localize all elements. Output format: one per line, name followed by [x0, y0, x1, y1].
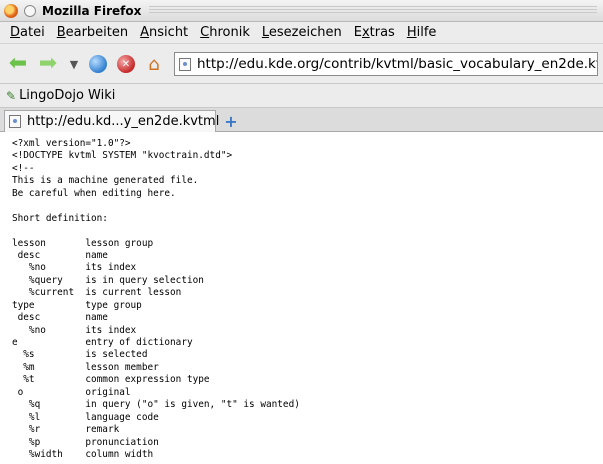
- stop-icon[interactable]: ✕: [114, 52, 138, 76]
- url-bar[interactable]: http://edu.kde.org/contrib/kvtml/basic_v…: [174, 52, 598, 76]
- source-line: desc name: [12, 249, 108, 261]
- menu-item-accelerator: L: [261, 25, 269, 40]
- source-line: %no its index: [12, 262, 137, 274]
- bookmark-item-lingodojo-wiki[interactable]: LingoDojo Wiki: [19, 88, 115, 103]
- menu-item-accelerator: D: [10, 25, 21, 40]
- reload-icon[interactable]: [86, 52, 110, 76]
- page-icon: [179, 57, 191, 71]
- source-line: %l language code: [12, 411, 159, 423]
- title-bar: Mozilla Firefox: [0, 0, 603, 22]
- source-line: type type group: [12, 299, 142, 311]
- source-line: lesson lesson group: [12, 237, 154, 249]
- bookmarks-toolbar: ✎ LingoDojo Wiki: [0, 84, 603, 108]
- menu-item-label: hronik: [209, 25, 250, 40]
- menu-item-3[interactable]: Chronik: [194, 25, 256, 40]
- bookmark-icon: ✎: [6, 88, 17, 103]
- source-line: %s is selected: [12, 349, 148, 361]
- source-line: <?xml version="1.0"?>: [12, 138, 131, 149]
- menu-item-0[interactable]: Datei: [0, 25, 51, 40]
- source-line: Be careful when editing here.: [12, 187, 176, 199]
- new-tab-button[interactable]: +: [222, 112, 240, 131]
- source-line: [12, 200, 603, 212]
- source-line: %q in query ("o" is given, "t" is wanted…: [12, 399, 300, 411]
- back-arrow-icon[interactable]: ⬅: [6, 52, 30, 76]
- source-line: %r remark: [12, 424, 120, 436]
- source-line: [12, 225, 603, 237]
- home-icon[interactable]: ⌂: [142, 52, 166, 76]
- source-line: %t common expression type: [12, 374, 210, 386]
- menu-item-5[interactable]: Extras: [348, 25, 401, 40]
- menu-item-accelerator: C: [200, 25, 210, 40]
- menu-item-4[interactable]: Lesezeichen: [256, 25, 348, 40]
- page-content: <?xml version="1.0"?> <!DOCTYPE kvtml SYS…: [0, 132, 603, 464]
- menu-item-accelerator: A: [140, 25, 150, 40]
- menu-item-accelerator: x: [361, 25, 370, 40]
- menu-item-1[interactable]: Bearbeiten: [51, 25, 134, 40]
- tab-bar: http://edu.kd...y_en2de.kvtml +: [0, 108, 603, 132]
- menu-item-prefix: E: [353, 25, 362, 40]
- xml-source-text: <?xml version="1.0"?> <!DOCTYPE kvtml SYS…: [0, 132, 603, 461]
- source-line: %current is current lesson: [12, 287, 182, 299]
- tab-active[interactable]: http://edu.kd...y_en2de.kvtml: [4, 110, 220, 132]
- tab-page-icon: [9, 115, 21, 128]
- menu-item-label: tras: [369, 25, 395, 40]
- source-line: <!--: [12, 162, 35, 174]
- menu-item-label: earbeiten: [65, 25, 129, 40]
- tab-label: http://edu.kd...y_en2de.kvtml: [27, 114, 220, 129]
- forward-arrow-icon[interactable]: ➡: [36, 52, 60, 76]
- window-title: Mozilla Firefox: [42, 3, 142, 18]
- source-line: %m lesson member: [12, 361, 159, 373]
- menu-item-6[interactable]: Hilfe: [401, 25, 443, 40]
- menu-item-label: ilfe: [416, 25, 437, 40]
- source-line: o original: [12, 386, 131, 398]
- firefox-app-icon[interactable]: [4, 3, 18, 18]
- window-menu-icon[interactable]: [24, 4, 36, 17]
- menu-item-accelerator: B: [56, 25, 66, 40]
- title-bar-grip[interactable]: [149, 6, 597, 15]
- menu-bar: Datei Bearbeiten Ansicht Chronik Lesezeichen…: [0, 22, 603, 44]
- source-line: %p pronunciation: [12, 436, 159, 448]
- menu-item-label: esezeichen: [268, 25, 342, 40]
- source-line: <!DOCTYPE kvtml SYSTEM "kvoctrain.dtd">: [12, 150, 233, 162]
- menu-item-label: nsicht: [149, 25, 189, 40]
- source-line: %query is in query selection: [12, 274, 204, 286]
- source-line: %no its index: [12, 324, 137, 336]
- menu-item-2[interactable]: Ansicht: [134, 25, 194, 40]
- source-line: Short definition:: [12, 212, 108, 224]
- source-line: This is a machine generated file.: [12, 175, 199, 187]
- menu-item-label: atei: [20, 25, 45, 40]
- source-line: %width column width: [12, 448, 154, 460]
- navigation-toolbar: ⬅ ➡ ▼ ✕ ⌂ http://edu.kde.org/contrib/kvt…: [0, 44, 603, 84]
- menu-item-accelerator: H: [406, 25, 417, 40]
- source-line: e entry of dictionary: [12, 337, 193, 348]
- source-line: desc name: [12, 312, 108, 324]
- url-text[interactable]: http://edu.kde.org/contrib/kvtml/basic_v…: [197, 56, 597, 72]
- dropdown-icon[interactable]: ▼: [62, 52, 86, 76]
